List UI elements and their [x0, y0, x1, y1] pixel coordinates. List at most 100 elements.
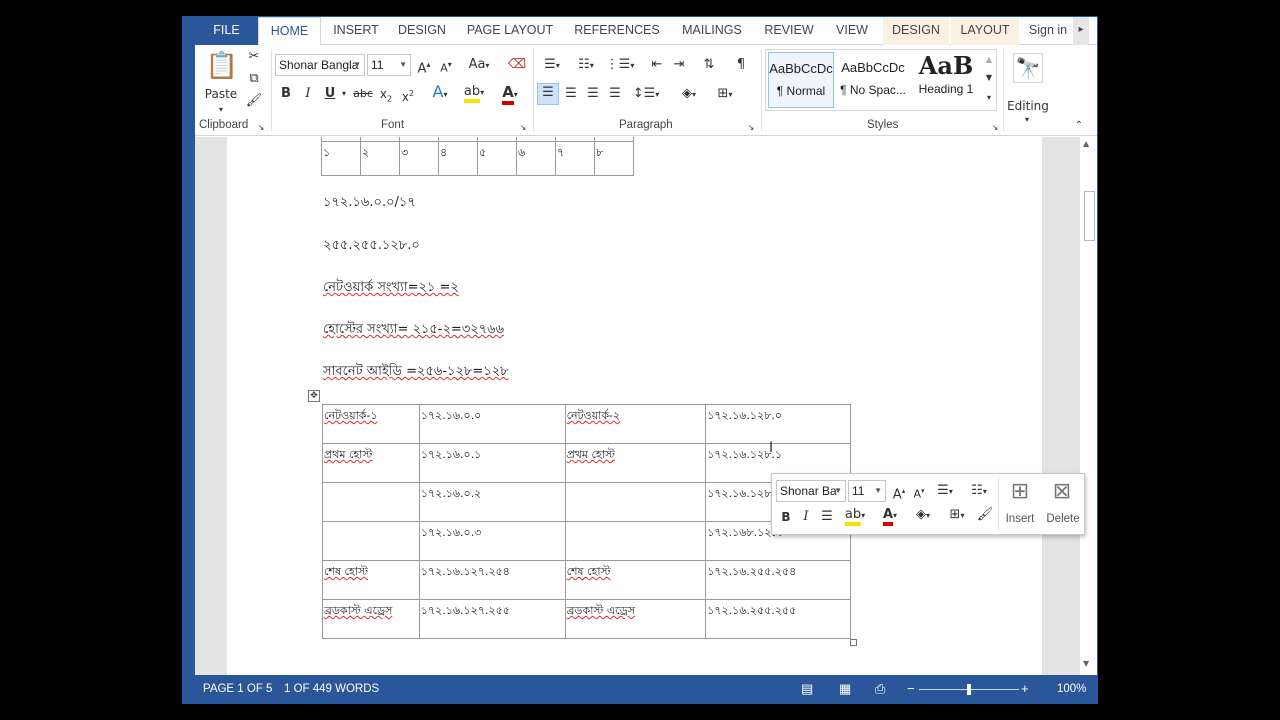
underline-icon[interactable]: U: [321, 85, 339, 103]
table-cell[interactable]: ১৭২.১৬.০.৩: [418, 521, 566, 561]
decrease-indent-icon[interactable]: ⇤: [647, 56, 667, 74]
scroll-down-icon[interactable]: ▼: [1083, 659, 1089, 668]
text-line[interactable]: ১৭২.১৬.০.০/১৭: [323, 193, 416, 214]
table-cell[interactable]: ব্রডকাস্ট এড্রেস: [564, 599, 707, 639]
underline-dropdown-icon[interactable]: ▾: [339, 85, 349, 103]
bold-icon[interactable]: B: [778, 508, 794, 526]
table-cell[interactable]: ১৭২.১৬.১২৭.২৫৫: [418, 599, 566, 639]
sort-icon[interactable]: ⇅: [699, 56, 719, 74]
align-left-icon[interactable]: ☰: [537, 83, 559, 105]
insert-table-icon[interactable]: ⊞: [1002, 478, 1038, 506]
table-cell[interactable]: ব্রডকাস্ট এড্রেস: [322, 599, 420, 639]
zoom-out-icon[interactable]: −: [907, 681, 915, 696]
editing-dropdown-icon[interactable]: ▾: [1021, 111, 1033, 129]
font-size-combo[interactable]: 11 ▼: [367, 54, 411, 76]
multilevel-list-icon[interactable]: ⋮☰▾: [605, 56, 635, 75]
styles-scroll-down-icon[interactable]: ▼: [982, 69, 996, 87]
table-resize-handle[interactable]: [850, 639, 857, 646]
shrink-font-icon[interactable]: A▾: [910, 482, 928, 504]
scroll-thumb[interactable]: [1084, 191, 1095, 241]
table-cell[interactable]: ১৭২.১৬.০.২: [418, 482, 566, 522]
table-cell[interactable]: ১৭২.১৬.২৫৫.২৫৪: [705, 560, 851, 600]
text-line[interactable]: হোস্টের সংখ্যা= ২১৫-২=৩২৭৬৬: [323, 320, 504, 341]
style-normal[interactable]: AaBbCcDc ¶ Normal: [768, 52, 834, 108]
delete-button[interactable]: Delete: [1042, 510, 1084, 528]
bullets-icon[interactable]: ☰▾: [930, 482, 960, 501]
center-icon[interactable]: ☰: [818, 508, 836, 526]
tab-references[interactable]: REFERENCES: [569, 17, 665, 45]
table-cell[interactable]: প্রথম হোস্ট: [564, 443, 707, 483]
change-case-icon[interactable]: Aa▾: [465, 56, 493, 75]
tab-home[interactable]: HOME: [258, 17, 321, 45]
table-cell[interactable]: ৭: [554, 141, 595, 176]
clear-formatting-icon[interactable]: ⌫: [507, 56, 527, 74]
tab-scroll-right-icon[interactable]: ▸: [1073, 17, 1089, 45]
table-cell[interactable]: শেষ হোস্ট: [564, 560, 707, 600]
mini-size-combo[interactable]: 11 ▼: [848, 480, 886, 502]
styles-scroll-up-icon[interactable]: ▲: [982, 51, 996, 69]
zoom-in-icon[interactable]: +: [1021, 681, 1029, 696]
tab-view[interactable]: VIEW: [827, 17, 877, 45]
bullets-icon[interactable]: ☰▾: [537, 56, 567, 75]
table-cell[interactable]: ৪: [438, 141, 478, 176]
tab-design[interactable]: DESIGN: [391, 17, 453, 45]
text-effects-icon[interactable]: A▾: [427, 83, 453, 104]
shading-icon[interactable]: ◈▾: [673, 85, 705, 104]
text-line[interactable]: সাবনেট আইডি =২৫৬-১২৮=১২৮: [323, 362, 509, 383]
collapse-ribbon-icon[interactable]: ⌃: [1071, 117, 1087, 135]
table-cell[interactable]: ৫: [476, 141, 517, 176]
show-formatting-icon[interactable]: ¶: [731, 56, 751, 74]
print-layout-icon[interactable]: ▦: [839, 681, 851, 697]
superscript-icon[interactable]: x2: [399, 85, 417, 106]
grow-font-icon[interactable]: A▴: [415, 56, 433, 78]
styles-more-icon[interactable]: ▾: [982, 89, 996, 107]
scroll-up-icon[interactable]: ▲: [1083, 139, 1089, 148]
table-cell[interactable]: ১৭২.১৬.২৫৫.২৫৫: [705, 599, 851, 639]
subscript-icon[interactable]: x2: [377, 85, 395, 108]
binoculars-icon[interactable]: 🔭: [1013, 53, 1043, 83]
tab-table-design[interactable]: DESIGN: [883, 17, 949, 45]
italic-icon[interactable]: I: [299, 85, 317, 103]
numbering-icon[interactable]: ☷▾: [964, 482, 994, 501]
font-launcher-icon[interactable]: ↘: [517, 119, 529, 137]
table-cell[interactable]: নেটওয়ার্ক-২: [564, 404, 707, 444]
table-cell[interactable]: প্রথম হোস্ট: [322, 443, 420, 483]
highlight-icon[interactable]: ab▾: [459, 83, 489, 103]
table-cell[interactable]: শেষ হোস্ট: [322, 560, 420, 600]
borders-icon[interactable]: ⊞▾: [709, 85, 741, 104]
italic-icon[interactable]: I: [798, 508, 814, 526]
top-table[interactable]: ১ ২ ৩ ৪ ৫ ৬ ৭ ৮: [321, 137, 635, 176]
zoom-slider-thumb[interactable]: [967, 684, 971, 695]
highlight-icon[interactable]: ab▾: [840, 506, 870, 526]
tab-review[interactable]: REVIEW: [755, 17, 823, 45]
line-spacing-icon[interactable]: ↕☰▾: [631, 85, 661, 104]
strikethrough-icon[interactable]: abc: [351, 85, 375, 103]
tab-mailings[interactable]: MAILINGS: [671, 17, 753, 45]
table-cell[interactable]: ৮: [593, 141, 635, 176]
copy-icon[interactable]: ⧉: [245, 70, 263, 88]
shrink-font-icon[interactable]: A▾: [437, 56, 455, 78]
table-cell[interactable]: ১৭২.১৬.০.১: [418, 443, 566, 483]
sign-in-link[interactable]: Sign in: [1023, 17, 1073, 45]
table-cell[interactable]: ১: [321, 141, 361, 176]
table-cell[interactable]: [322, 482, 420, 522]
tab-file[interactable]: FILE: [195, 17, 258, 45]
format-painter-icon[interactable]: 🖌: [976, 506, 994, 524]
increase-indent-icon[interactable]: ⇥: [669, 56, 689, 74]
style-heading-1[interactable]: AaB Heading 1: [912, 52, 980, 108]
table-cell[interactable]: ৩: [398, 141, 440, 176]
justify-icon[interactable]: ☰: [605, 85, 625, 103]
borders-icon[interactable]: ⊞▾: [942, 506, 972, 525]
clipboard-launcher-icon[interactable]: ↘: [255, 119, 267, 137]
read-mode-icon[interactable]: ▤: [801, 681, 813, 697]
format-painter-icon[interactable]: 🖌: [245, 92, 263, 110]
align-center-icon[interactable]: ☰: [561, 85, 581, 103]
insert-button[interactable]: Insert: [1000, 510, 1040, 528]
tab-insert[interactable]: INSERT: [325, 17, 387, 45]
paragraph-launcher-icon[interactable]: ↘: [745, 119, 757, 137]
cut-icon[interactable]: ✂: [245, 48, 263, 66]
bold-icon[interactable]: B: [277, 85, 295, 103]
text-line[interactable]: নেটওয়ার্ক সংখ্যা=২১ =২: [323, 278, 459, 299]
page-count[interactable]: PAGE 1 OF 5: [203, 683, 272, 695]
zoom-level[interactable]: 100%: [1057, 683, 1086, 695]
